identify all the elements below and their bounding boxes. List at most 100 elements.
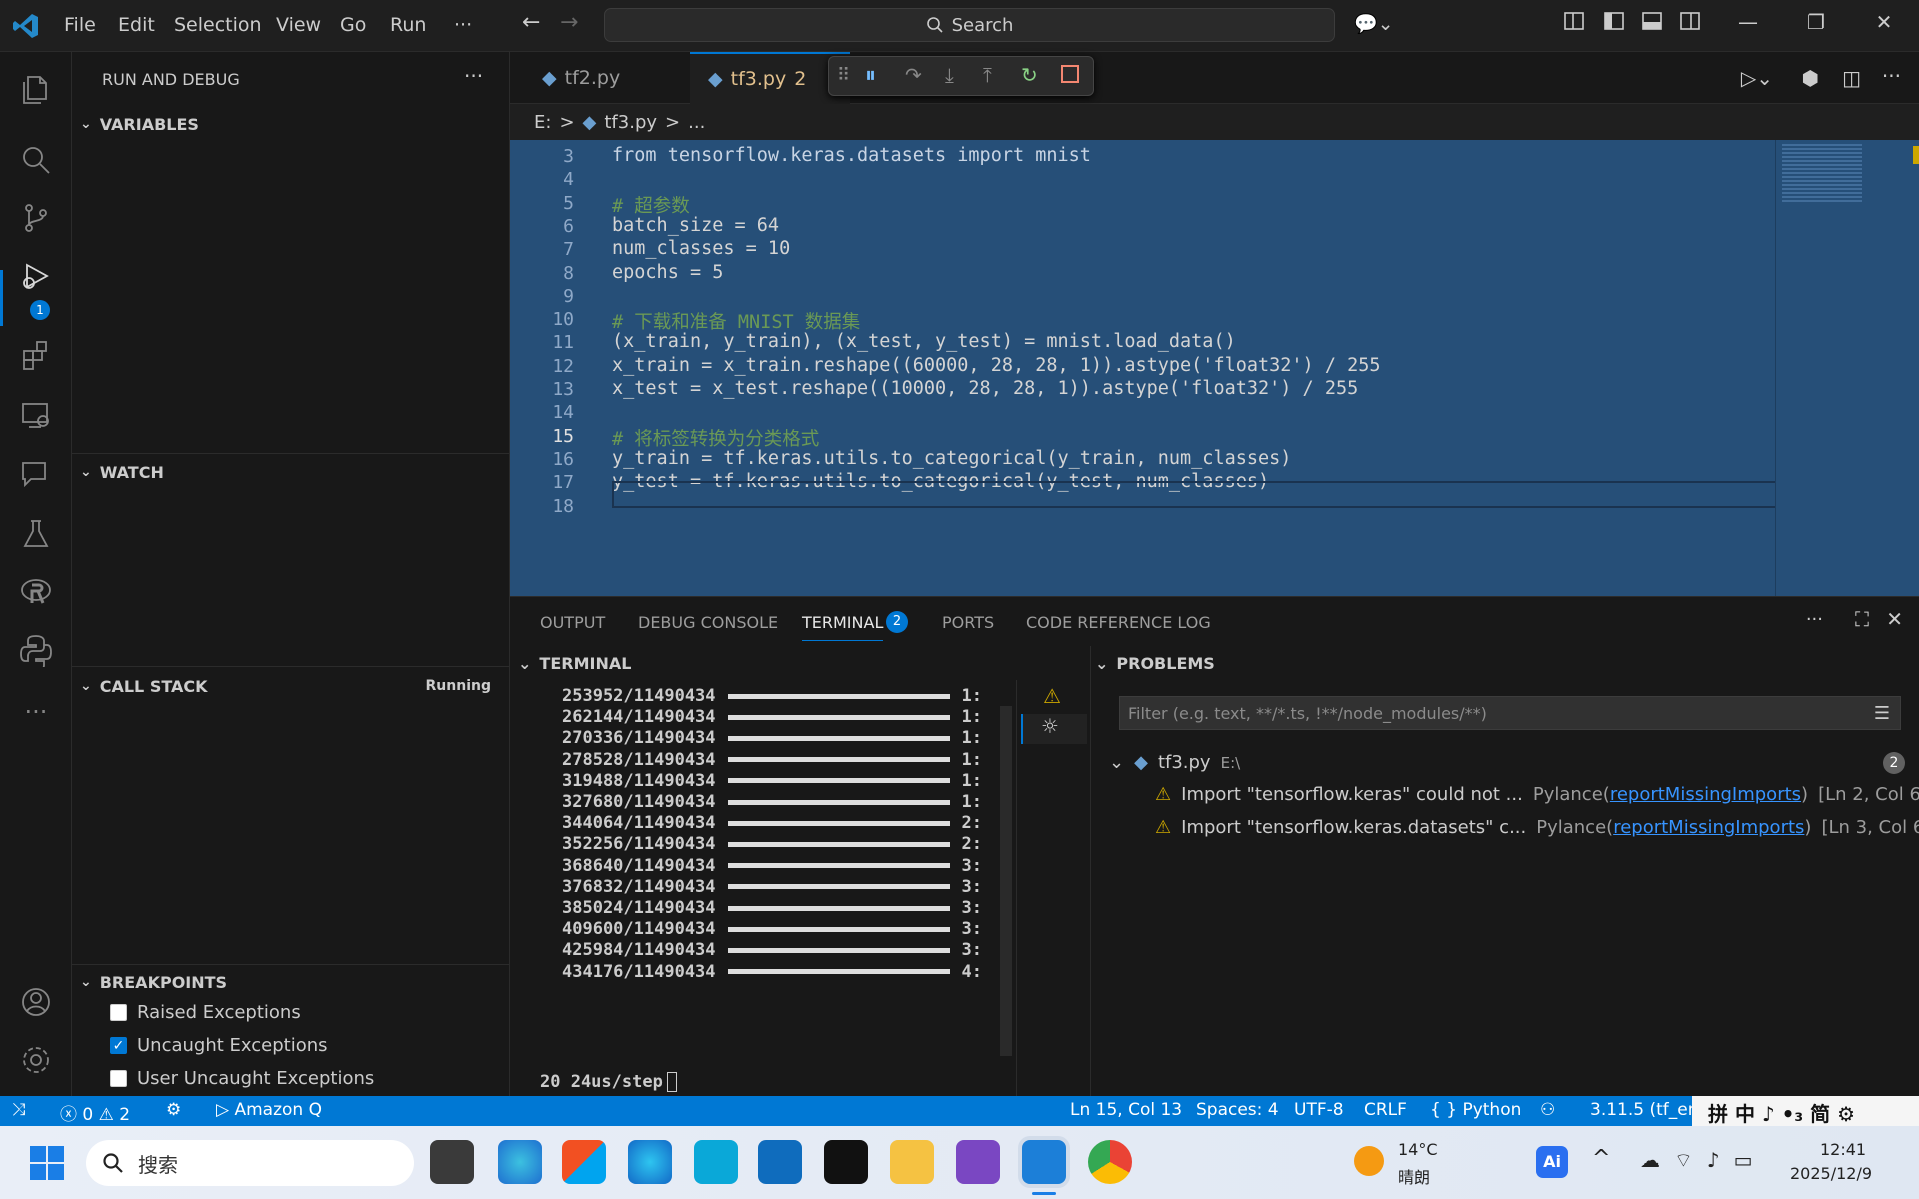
tab-output[interactable]: OUTPUT xyxy=(540,613,605,632)
menu-view[interactable]: View xyxy=(276,14,321,36)
warning-icon[interactable]: ⚠ xyxy=(1043,684,1061,708)
remote-indicator-icon[interactable]: ⤨ xyxy=(12,1100,26,1120)
restore-icon[interactable]: ❐ xyxy=(1800,10,1832,40)
checkbox[interactable] xyxy=(110,1070,127,1087)
breadcrumb-drive[interactable]: E: xyxy=(534,112,551,133)
sidebar-more-button[interactable]: ··· xyxy=(464,64,483,88)
tab-tf3[interactable]: ◆ tf3.py 2 xyxy=(690,52,850,104)
toggle-panel-icon[interactable] xyxy=(1636,10,1668,40)
ime-toolbar[interactable]: 拼 中 ♪ •₃ 简 ⚙ xyxy=(1692,1096,1919,1126)
problem-item[interactable]: ⚠ Import "tensorflow.keras" could not ..… xyxy=(1155,784,1919,805)
python-interpreter[interactable]: 3.11.5 (tf_env xyxy=(1590,1100,1709,1120)
split-editor-icon[interactable]: ◫ xyxy=(1842,66,1861,90)
file-explorer-icon[interactable] xyxy=(890,1140,934,1184)
step-into-icon[interactable]: ⤓ xyxy=(945,63,954,87)
bp-user-uncaught-exceptions[interactable]: User Uncaught Exceptions xyxy=(110,1068,374,1089)
breadcrumb-symbols[interactable]: ... xyxy=(688,112,705,133)
vscode-taskbar-icon[interactable] xyxy=(1022,1140,1066,1184)
step-over-icon[interactable]: ↷ xyxy=(905,63,922,87)
checkbox-checked[interactable]: ✓ xyxy=(110,1037,127,1054)
testing-icon[interactable] xyxy=(14,512,58,556)
back-arrow-icon[interactable]: ← xyxy=(522,10,540,35)
bp-raised-exceptions[interactable]: Raised Exceptions xyxy=(110,1002,301,1023)
terminal-header[interactable]: ⌄ TERMINAL xyxy=(518,646,631,680)
outlook-icon[interactable] xyxy=(758,1140,802,1184)
debug-status-icon[interactable]: ⚙ xyxy=(166,1100,181,1120)
tab-tf2[interactable]: ◆ tf2.py xyxy=(524,52,694,104)
chrome-icon[interactable] xyxy=(1088,1140,1132,1184)
clock-time[interactable]: 12:41 xyxy=(1820,1140,1866,1159)
checkbox[interactable] xyxy=(110,1004,127,1021)
maximize-panel-icon[interactable]: ⛶ xyxy=(1855,607,1869,631)
visual-studio-preview-icon[interactable] xyxy=(956,1140,1000,1184)
watch-section-header[interactable]: ⌄ WATCH xyxy=(72,458,509,486)
close-window-icon[interactable]: ✕ xyxy=(1868,10,1900,40)
clock-date[interactable]: 2025/12/9 xyxy=(1790,1164,1872,1183)
indentation[interactable]: Spaces: 4 xyxy=(1196,1100,1279,1120)
code-editor[interactable]: 3 from tensorflow.keras.datasets import m… xyxy=(510,140,1919,596)
chatgpt-icon[interactable] xyxy=(824,1140,868,1184)
encoding[interactable]: UTF-8 xyxy=(1294,1100,1344,1120)
more-views-icon[interactable]: ··· xyxy=(14,690,58,734)
terminal-pane[interactable]: ⌄ TERMINAL 253952/11490434 1: 262144/114904… xyxy=(510,646,1090,1096)
search-icon[interactable] xyxy=(14,138,58,182)
problem-rule-link[interactable]: reportMissingImports xyxy=(1610,784,1801,805)
menu-file[interactable]: File xyxy=(64,14,96,36)
drag-handle-icon[interactable]: ⠿ xyxy=(837,65,850,86)
copilot-chat-icon[interactable]: 💬⌄ xyxy=(1354,12,1394,35)
source-control-icon[interactable] xyxy=(14,196,58,240)
customize-layout-icon[interactable] xyxy=(1558,10,1590,40)
menu-edit[interactable]: Edit xyxy=(118,14,155,36)
bp-uncaught-exceptions[interactable]: ✓ Uncaught Exceptions xyxy=(110,1035,328,1056)
taskbar-search[interactable]: 搜索 xyxy=(86,1140,414,1186)
toggle-sidebar-icon[interactable] xyxy=(1598,10,1630,40)
menu-go[interactable]: Go xyxy=(340,14,366,36)
remote-explorer-icon[interactable] xyxy=(14,394,58,438)
gear-icon[interactable] xyxy=(14,1038,58,1082)
problem-rule-link[interactable]: reportMissingImports xyxy=(1613,817,1804,838)
tab-code-reference-log[interactable]: CODE REFERENCE LOG xyxy=(1026,613,1211,632)
pause-icon[interactable]: ⏸ xyxy=(865,63,876,88)
debug-terminal-icon[interactable]: ☼ xyxy=(1021,714,1087,744)
close-panel-icon[interactable]: ✕ xyxy=(1886,607,1903,631)
store-icon[interactable] xyxy=(562,1140,606,1184)
restart-icon[interactable]: ↻ xyxy=(1021,63,1038,87)
line-ending[interactable]: CRLF xyxy=(1364,1100,1407,1120)
extensions-icon[interactable] xyxy=(14,334,58,378)
copilot-status-icon[interactable]: ⚇ xyxy=(1540,1100,1555,1120)
cursor-position[interactable]: Ln 15, Col 13 xyxy=(1070,1100,1182,1120)
system-tray-icons[interactable]: ☁⌔♪▭ xyxy=(1640,1148,1766,1173)
app-v-icon[interactable] xyxy=(694,1140,738,1184)
problem-item[interactable]: ⚠ Import "tensorflow.keras.datasets" c..… xyxy=(1155,817,1919,838)
r-language-icon[interactable] xyxy=(14,570,58,614)
menu-selection[interactable]: Selection xyxy=(174,14,262,36)
variables-section-header[interactable]: ⌄ VARIABLES xyxy=(72,110,509,138)
task-view-icon[interactable] xyxy=(430,1140,474,1184)
copilot-icon[interactable]: ⬢ xyxy=(1802,66,1819,90)
run-debug-icon[interactable] xyxy=(14,254,58,298)
start-icon[interactable] xyxy=(30,1146,64,1180)
run-python-file-icon[interactable]: ▷⌄ xyxy=(1741,66,1773,90)
panel-more-icon[interactable]: ··· xyxy=(1806,609,1823,630)
minimize-icon[interactable]: — xyxy=(1732,10,1764,40)
problems-file-row[interactable]: ⌄ ◆ tf3.py E:\ xyxy=(1109,752,1240,773)
problems-header[interactable]: ⌄ PROBLEMS xyxy=(1095,646,1215,680)
problems-filter-input[interactable]: Filter (e.g. text, **/*.ts, !**/node_mod… xyxy=(1119,696,1901,730)
search-box[interactable]: Search xyxy=(604,8,1335,42)
edge-ai-icon[interactable] xyxy=(628,1140,672,1184)
tab-debug-console[interactable]: DEBUG CONSOLE xyxy=(638,613,778,632)
breadcrumb-file[interactable]: tf3.py xyxy=(604,112,657,133)
python-icon[interactable] xyxy=(14,628,58,672)
ai-tray-icon[interactable]: Ai xyxy=(1536,1146,1568,1178)
terminal-scrollbar[interactable] xyxy=(1000,706,1012,1056)
chat-icon[interactable] xyxy=(14,452,58,496)
callstack-section-header[interactable]: ⌄ CALL STACK Running xyxy=(72,672,509,700)
stop-icon[interactable] xyxy=(1061,65,1079,83)
step-out-icon[interactable]: ⤒ xyxy=(983,63,992,87)
toggle-secondary-sidebar-icon[interactable] xyxy=(1674,10,1706,40)
forward-arrow-icon[interactable]: → xyxy=(560,10,578,35)
menu-more[interactable]: ··· xyxy=(454,14,472,36)
tab-terminal[interactable]: TERMINAL xyxy=(802,613,884,641)
tab-ports[interactable]: PORTS xyxy=(942,613,994,632)
account-icon[interactable] xyxy=(14,980,58,1024)
